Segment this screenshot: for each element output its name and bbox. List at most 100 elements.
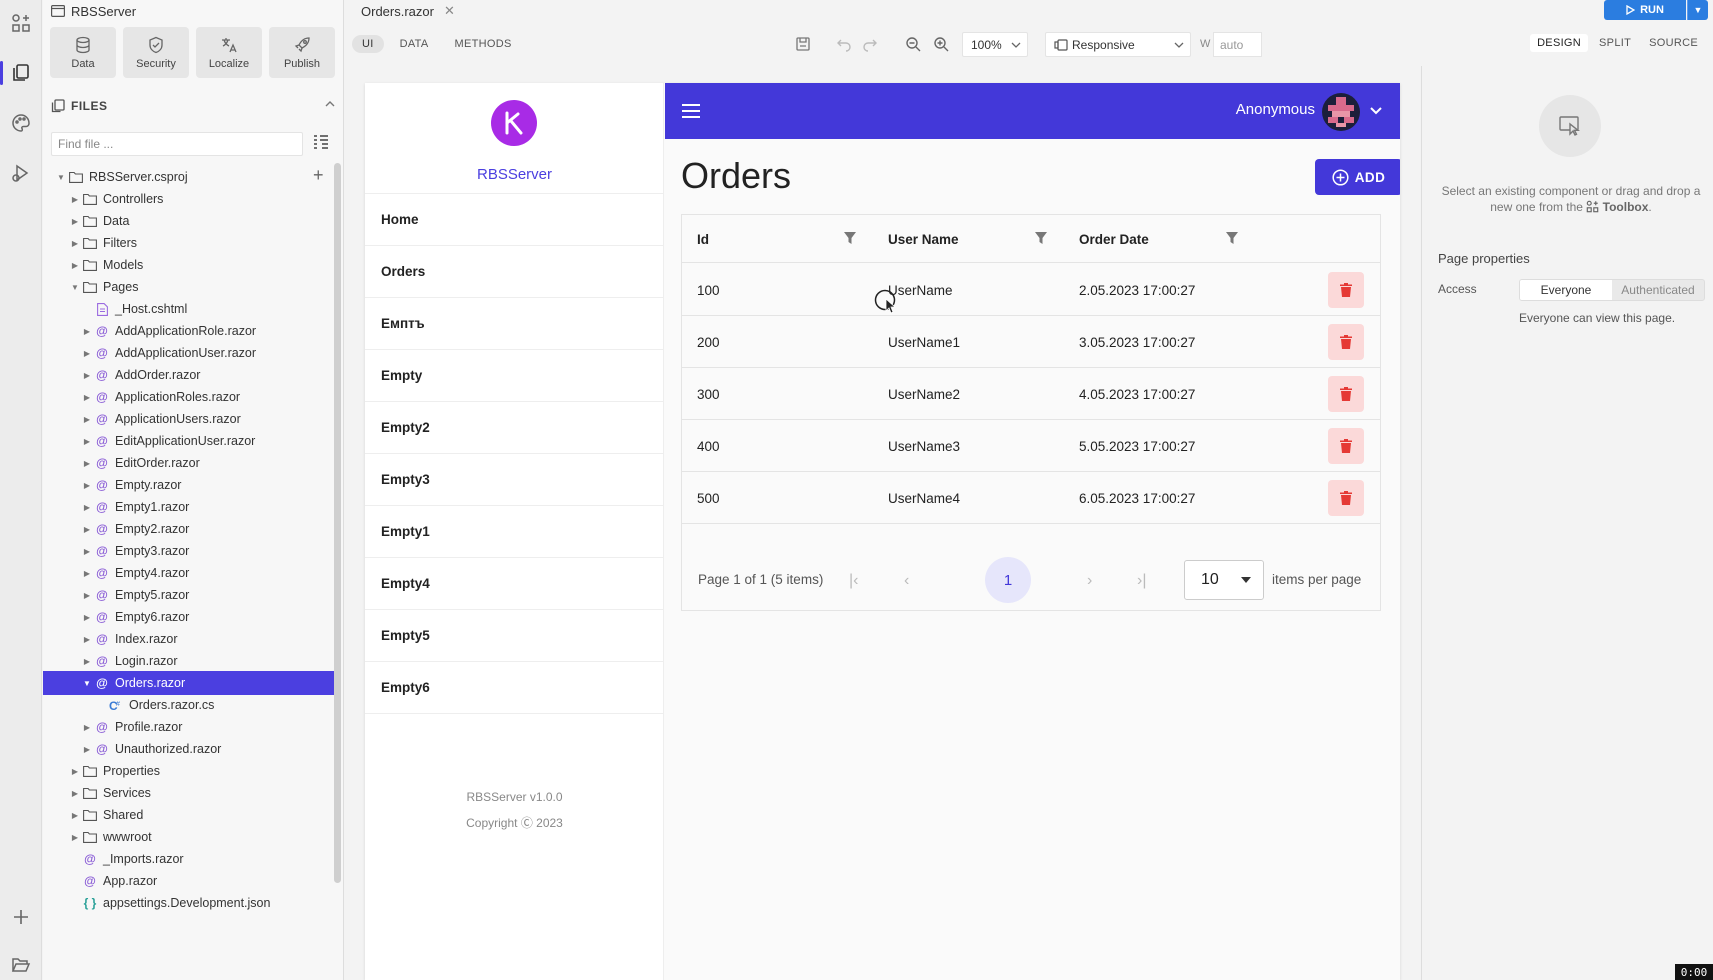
caret-right-icon[interactable]: ▶ [81, 349, 93, 358]
last-page-icon[interactable]: ›| [1137, 572, 1146, 590]
caret-right-icon[interactable]: ▶ [81, 481, 93, 490]
run-dropdown-icon[interactable]: ▼ [1687, 0, 1708, 20]
caret-right-icon[interactable]: ▶ [81, 459, 93, 468]
caret-right-icon[interactable]: ▶ [81, 547, 93, 556]
caret-down-icon[interactable]: ▼ [55, 173, 67, 182]
tree-item-empty2-razor[interactable]: ▶ @ Empty2.razor [43, 517, 336, 541]
access-everyone-option[interactable]: Everyone [1520, 280, 1612, 300]
tab-data[interactable]: DATA [390, 35, 439, 53]
caret-down-icon[interactable]: ▼ [81, 679, 93, 688]
tree-item-orders-razor-cs[interactable]: C # Orders.razor.cs [43, 693, 336, 717]
chevron-down-icon[interactable] [1370, 107, 1382, 115]
caret-right-icon[interactable]: ▶ [81, 415, 93, 424]
tree-item-profile-razor[interactable]: ▶ @ Profile.razor [43, 715, 336, 739]
tree-item-login-razor[interactable]: ▶ @ Login.razor [43, 649, 336, 673]
tree-item-filters[interactable]: ▶ Filters [43, 231, 336, 255]
caret-right-icon[interactable]: ▶ [81, 657, 93, 666]
next-page-icon[interactable]: › [1087, 572, 1092, 590]
filter-icon[interactable] [1034, 231, 1048, 245]
tree-item-controllers[interactable]: ▶ Controllers [43, 187, 336, 211]
security-button[interactable]: Security [123, 27, 189, 78]
nav-item-empty2[interactable]: Empty2 [365, 401, 664, 453]
data-button[interactable]: Data [50, 27, 116, 78]
caret-right-icon[interactable]: ▶ [81, 569, 93, 578]
chevron-up-icon[interactable] [324, 98, 336, 110]
avatar[interactable] [1322, 93, 1360, 131]
tree-item-addorder-razor[interactable]: ▶ @ AddOrder.razor [43, 363, 336, 387]
undo-icon[interactable] [836, 36, 852, 52]
toolbox-icon[interactable] [6, 8, 36, 38]
caret-right-icon[interactable]: ▶ [69, 195, 81, 204]
caret-down-icon[interactable]: ▼ [69, 283, 81, 292]
user-name[interactable]: Anonymous [1236, 101, 1315, 118]
close-icon[interactable]: ✕ [444, 3, 455, 19]
table-row[interactable]: 500 UserName4 6.05.2023 17:00:27 [682, 472, 1380, 524]
tree-item-applicationusers-razor[interactable]: ▶ @ ApplicationUsers.razor [43, 407, 336, 431]
file-tree-scrollbar[interactable] [334, 163, 341, 883]
tree-item-empty-razor[interactable]: ▶ @ Empty.razor [43, 473, 336, 497]
caret-right-icon[interactable]: ▶ [81, 613, 93, 622]
publish-button[interactable]: Publish [269, 27, 335, 78]
menu-icon[interactable] [681, 103, 701, 119]
caret-right-icon[interactable]: ▶ [69, 767, 81, 776]
caret-right-icon[interactable]: ▶ [69, 217, 81, 226]
tree-item-data[interactable]: ▶ Data [43, 209, 336, 233]
add-icon[interactable] [6, 902, 36, 932]
caret-right-icon[interactable]: ▶ [69, 261, 81, 270]
caret-right-icon[interactable]: ▶ [69, 789, 81, 798]
nav-item-empty1[interactable]: Empty1 [365, 505, 664, 557]
tree-item-index-razor[interactable]: ▶ @ Index.razor [43, 627, 336, 651]
caret-right-icon[interactable]: ▶ [81, 635, 93, 644]
table-row[interactable]: 100 UserName 2.05.2023 17:00:27 [682, 264, 1380, 316]
tree-item-app-razor[interactable]: @ App.razor [43, 869, 336, 893]
tree-item-pages[interactable]: ▼ Pages [43, 275, 336, 299]
column-header-id[interactable]: Id [697, 215, 709, 263]
delete-button[interactable] [1328, 324, 1364, 360]
tree-item-applicationroles-razor[interactable]: ▶ @ ApplicationRoles.razor [43, 385, 336, 409]
zoom-in-icon[interactable] [933, 36, 949, 52]
tree-item-empty4-razor[interactable]: ▶ @ Empty4.razor [43, 561, 336, 585]
caret-right-icon[interactable]: ▶ [69, 239, 81, 248]
delete-button[interactable] [1328, 376, 1364, 412]
delete-button[interactable] [1328, 428, 1364, 464]
nav-item-empty[interactable]: Empty [365, 349, 664, 401]
nav-item-home[interactable]: Home [365, 193, 664, 245]
tree-item-empty3-razor[interactable]: ▶ @ Empty3.razor [43, 539, 336, 563]
caret-right-icon[interactable]: ▶ [69, 811, 81, 820]
tree-item-models[interactable]: ▶ Models [43, 253, 336, 277]
find-file-input[interactable] [51, 132, 303, 156]
run-debug-icon[interactable] [6, 158, 36, 188]
filter-icon[interactable] [843, 231, 857, 245]
tree-item-host-cshtml[interactable]: _Host.cshtml [43, 297, 336, 321]
table-row[interactable]: 400 UserName3 5.05.2023 17:00:27 [682, 420, 1380, 472]
zoom-select[interactable]: 100% [962, 32, 1028, 57]
table-row[interactable]: 300 UserName2 4.05.2023 17:00:27 [682, 368, 1380, 420]
page-size-select[interactable]: 10 [1184, 560, 1264, 600]
tree-item-appsettings-development-json[interactable]: { } appsettings.Development.json [43, 891, 336, 915]
caret-right-icon[interactable]: ▶ [81, 327, 93, 336]
tree-item-editorder-razor[interactable]: ▶ @ EditOrder.razor [43, 451, 336, 475]
width-input[interactable] [1213, 32, 1262, 57]
tree-item-empty6-razor[interactable]: ▶ @ Empty6.razor [43, 605, 336, 629]
tree-item-addapplicationrole-razor[interactable]: ▶ @ AddApplicationRole.razor [43, 319, 336, 343]
tree-item-empty5-razor[interactable]: ▶ @ Empty5.razor [43, 583, 336, 607]
table-row[interactable]: 200 UserName1 3.05.2023 17:00:27 [682, 316, 1380, 368]
caret-right-icon[interactable]: ▶ [81, 393, 93, 402]
access-authenticated-option[interactable]: Authenticated [1612, 280, 1704, 300]
filter-icon[interactable] [1225, 231, 1239, 245]
files-section-header[interactable]: FILES [51, 96, 336, 116]
tree-item-unauthorized-razor[interactable]: ▶ @ Unauthorized.razor [43, 737, 336, 761]
tree-options-icon[interactable] [313, 134, 329, 150]
toolbox-link[interactable]: Toolbox [1603, 200, 1649, 214]
nav-item-empty4[interactable]: Empty4 [365, 557, 664, 609]
caret-right-icon[interactable]: ▶ [81, 745, 93, 754]
tree-item-properties[interactable]: ▶ Properties [43, 759, 336, 783]
add-button[interactable]: ADD [1315, 159, 1400, 195]
files-icon[interactable] [0, 58, 36, 88]
tree-item-editapplicationuser-razor[interactable]: ▶ @ EditApplicationUser.razor [43, 429, 336, 453]
tree-item-empty1-razor[interactable]: ▶ @ Empty1.razor [43, 495, 336, 519]
caret-right-icon[interactable]: ▶ [81, 723, 93, 732]
tab-methods[interactable]: METHODS [445, 35, 522, 53]
tree-item-services[interactable]: ▶ Services [43, 781, 336, 805]
caret-right-icon[interactable]: ▶ [81, 591, 93, 600]
